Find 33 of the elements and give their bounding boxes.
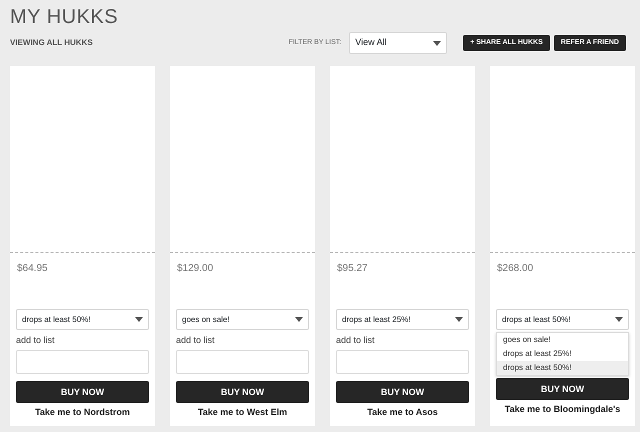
caret-icon <box>455 317 463 322</box>
caret-icon <box>615 317 623 322</box>
buy-button[interactable]: BUY NOW <box>16 380 149 402</box>
menu-option[interactable]: drops at least 50%! <box>497 361 628 375</box>
alert-dropdown[interactable]: goes on sale! <box>176 309 309 330</box>
input-field[interactable] <box>336 350 469 374</box>
buy-button[interactable]: BUY NOW <box>176 380 309 402</box>
filter-dropdown[interactable]: View All <box>349 32 448 54</box>
store-link[interactable]: Take me to Asos <box>330 406 475 419</box>
buy-button[interactable]: BUY NOW <box>336 380 469 402</box>
store-link[interactable]: Take me to West Elm <box>170 406 315 419</box>
field-label: add to list <box>336 334 376 347</box>
price: $268.00 <box>497 262 534 276</box>
menu-option[interactable]: goes on sale! <box>497 333 628 347</box>
input-field[interactable] <box>16 350 149 374</box>
page-subtitle: VIEWING ALL HUKKS <box>10 37 93 49</box>
caret-icon <box>135 317 143 322</box>
caret-icon <box>433 40 442 46</box>
input-field[interactable] <box>176 350 309 374</box>
price: $64.95 <box>17 262 49 276</box>
store-link[interactable]: Take me to Bloomingdale's <box>490 403 635 416</box>
menu-option[interactable]: drops at least 25%! <box>497 347 628 361</box>
price: $95.27 <box>337 262 369 276</box>
alert-dropdown[interactable]: drops at least 50%! <box>496 309 629 330</box>
caret-icon <box>295 317 303 322</box>
page-title: MY HUKKS <box>10 6 120 28</box>
price: $129.00 <box>177 262 214 276</box>
field-label: add to list <box>176 334 216 347</box>
store-link[interactable]: Take me to Nordstrom <box>10 406 155 419</box>
field-label: add to list <box>16 334 56 347</box>
alert-dropdown[interactable]: drops at least 25%! <box>336 309 469 330</box>
alert-dropdown[interactable]: drops at least 50%! <box>16 309 149 330</box>
buy-button[interactable]: BUY NOW <box>496 378 629 400</box>
